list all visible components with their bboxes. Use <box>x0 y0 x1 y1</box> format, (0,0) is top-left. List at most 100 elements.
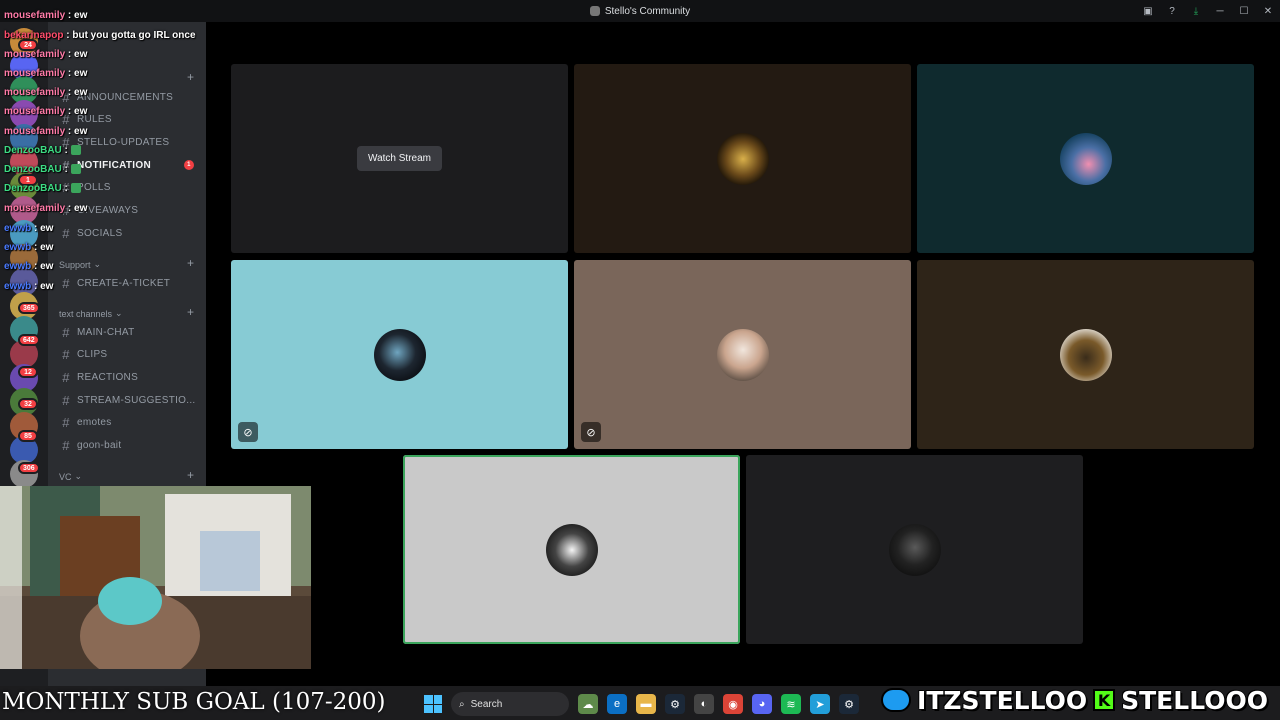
steam-2-icon[interactable]: ⚙ <box>839 694 859 714</box>
participant-tile[interactable] <box>917 64 1254 253</box>
search-icon: ⌕ <box>459 698 465 710</box>
minimize-button[interactable]: ─ <box>1208 0 1232 22</box>
chevron-down-icon: ⌄ <box>93 259 102 269</box>
category-label: Support <box>59 259 91 270</box>
help-icon[interactable]: ? <box>1160 0 1184 22</box>
social-handles: ITZSTELLOO K STELLOOO <box>881 685 1269 715</box>
hash-icon: # <box>62 89 70 105</box>
channel-name: GIVEAWAYS <box>77 205 139 216</box>
voice-stage: Watch Stream ⊘ ⊘ <box>206 22 1280 686</box>
mention-badge: 306 <box>18 462 40 474</box>
channel-name: STELLO-UPDATES <box>77 136 170 148</box>
channel-name: NOTIFICATION <box>77 159 151 171</box>
channel-item[interactable]: # STELLO-UPDATES <box>58 132 198 152</box>
chrome-icon[interactable]: ◉ <box>723 694 743 714</box>
mention-badge: 12 <box>18 366 38 378</box>
mention-badge: 24 <box>18 39 38 51</box>
mention-badge: 642 <box>18 334 40 346</box>
channel-item[interactable]: # MAIN-CHAT <box>58 322 198 342</box>
channel-name: POLLS <box>77 182 111 194</box>
category-label: VC <box>59 471 72 482</box>
app-icon[interactable]: ◐ <box>694 694 714 714</box>
channel-item[interactable]: # REACTIONS <box>58 367 198 387</box>
watch-stream-button[interactable]: Watch Stream <box>357 146 442 171</box>
channel-item[interactable]: # GIVEAWAYS <box>58 201 198 221</box>
close-button[interactable]: ✕ <box>1256 0 1280 22</box>
add-channel-icon[interactable]: + <box>187 305 194 319</box>
participant-tile[interactable] <box>574 64 911 253</box>
channel-name: ANNOUNCEMENTS <box>77 91 174 103</box>
add-channel-icon[interactable]: + <box>187 468 194 482</box>
channel-item[interactable]: # POLLS <box>58 178 198 198</box>
hash-icon: # <box>62 369 70 385</box>
channel-name: REACTIONS <box>77 371 139 383</box>
participant-tile-speaking[interactable] <box>403 455 740 644</box>
channel-name: CLIPS <box>77 349 108 361</box>
avatar <box>373 328 426 381</box>
hash-icon: # <box>62 180 70 196</box>
participant-tile[interactable]: ⊘ <box>574 260 911 449</box>
hash-icon: # <box>62 392 70 408</box>
participant-tile[interactable]: ⊘ <box>231 260 568 449</box>
channel-item[interactable]: # emotes <box>58 413 198 433</box>
kick-handle: STELLOOO <box>1120 685 1268 715</box>
chevron-down-icon: ⌄ <box>74 471 83 481</box>
participant-tile[interactable] <box>917 260 1254 449</box>
unread-badge: 1 <box>184 160 194 171</box>
hash-icon: # <box>62 112 70 128</box>
file-explorer-icon[interactable]: ▬ <box>636 694 656 714</box>
add-channel-icon[interactable]: + <box>187 256 194 270</box>
discord-icon[interactable]: ◕ <box>752 694 772 714</box>
edge-icon[interactable]: e <box>607 694 627 714</box>
avatar <box>1059 132 1112 185</box>
spotify-icon[interactable]: ≋ <box>781 694 801 714</box>
hash-icon: # <box>62 157 70 173</box>
mention-badge: 32 <box>18 398 38 410</box>
maximize-button[interactable]: ☐ <box>1232 0 1256 22</box>
widgets-icon[interactable]: ☁ <box>578 694 598 714</box>
search-label: Search <box>470 698 503 710</box>
windows-start-icon[interactable] <box>424 695 442 713</box>
channel-item[interactable]: # ANNOUNCEMENTS <box>58 87 198 107</box>
mention-badge: 85 <box>18 430 38 442</box>
avatar <box>1059 328 1112 381</box>
video-off-icon: ⊘ <box>238 422 258 442</box>
participant-tile[interactable] <box>746 455 1083 644</box>
avatar <box>888 523 941 576</box>
telegram-icon[interactable]: ➤ <box>810 694 830 714</box>
hash-icon: # <box>62 225 70 241</box>
inbox-icon[interactable]: ▣ <box>1136 0 1160 22</box>
chevron-down-icon: ⌄ <box>115 308 123 318</box>
hash-icon: # <box>62 324 70 340</box>
category-text-channels[interactable]: text channels ⌄ <box>59 308 123 319</box>
channel-item[interactable]: # NOTIFICATION 1 <box>58 155 198 175</box>
channel-name: CREATE-A-TICKET <box>77 277 171 289</box>
muted-mic-icon: ⊘ <box>581 422 601 442</box>
add-channel-icon[interactable]: + <box>187 70 194 84</box>
channel-item[interactable]: # SOCIALS <box>58 223 198 243</box>
hash-icon: # <box>62 438 70 453</box>
steam-icon[interactable]: ⚙ <box>665 694 685 714</box>
category-support[interactable]: Support ⌄ <box>59 259 101 270</box>
channel-name: MAIN-CHAT <box>77 326 135 338</box>
channel-name: goon-bait <box>77 440 122 451</box>
taskbar-apps: ⌕ Search ☁ e ▬ ⚙ ◐ ◉ ◕ ≋ ➤ ⚙ <box>424 691 859 717</box>
channel-item[interactable]: # STREAM-SUGGESTIO... <box>58 390 198 410</box>
download-icon[interactable]: ⤓ <box>1184 0 1208 22</box>
avatar <box>716 132 769 185</box>
window-title-text: Stello's Community <box>604 5 691 17</box>
avatar <box>716 328 769 381</box>
taskbar-search[interactable]: ⌕ Search <box>451 692 569 716</box>
avatar <box>545 523 598 576</box>
kick-icon: K <box>1093 689 1116 711</box>
channel-item[interactable]: # goon-bait <box>58 436 198 456</box>
mention-badge: 365 <box>18 302 40 314</box>
channel-item[interactable]: # CREATE-A-TICKET <box>58 273 198 293</box>
category-vc[interactable]: VC ⌄ <box>59 471 82 482</box>
stream-tile[interactable]: Watch Stream <box>231 64 568 253</box>
webcam-image <box>0 486 311 669</box>
channel-item[interactable]: # RULES <box>58 110 198 130</box>
twitter-icon <box>881 688 912 712</box>
channel-item[interactable]: # CLIPS <box>58 345 198 365</box>
sub-goal-text: MONTHLY SUB GOAL (107-200) <box>2 689 386 715</box>
